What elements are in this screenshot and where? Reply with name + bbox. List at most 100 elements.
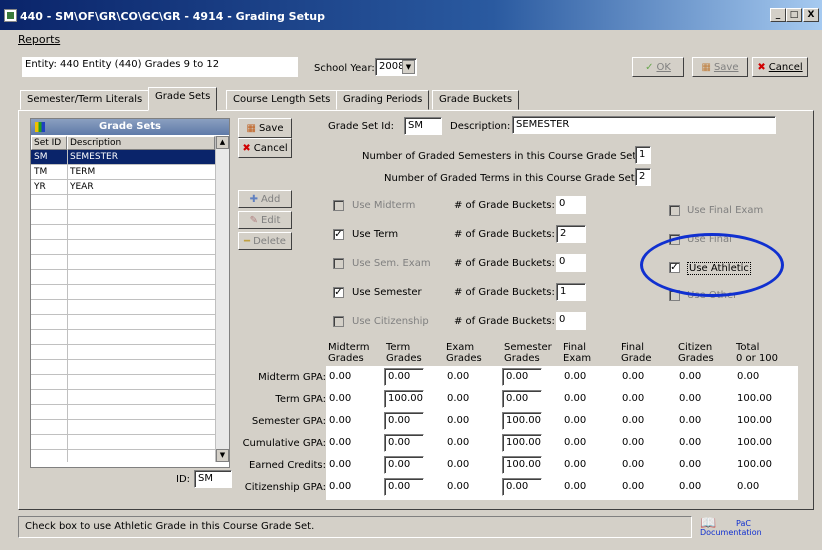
ok-button[interactable]: ✓ OK xyxy=(632,57,684,77)
gpa-cell[interactable]: 100.00 xyxy=(502,434,542,452)
menu-bar xyxy=(0,30,822,48)
gpa-row-label: Earned Credits: xyxy=(248,460,326,471)
gpa-cell: 0.00 xyxy=(619,454,674,476)
delete-button[interactable]: ━ Delete xyxy=(238,232,292,250)
citizenship-buckets-field[interactable]: 0 xyxy=(556,312,586,330)
scroll-up-icon[interactable]: ▲ xyxy=(216,136,229,149)
gpa-cell: 0.00 xyxy=(561,410,617,432)
gpa-cell: 0.00 xyxy=(619,366,674,388)
col-setid-header[interactable]: Set ID xyxy=(31,136,67,150)
use-midterm-label: Use Midterm xyxy=(352,200,416,211)
gpa-cell[interactable]: 0.00 xyxy=(502,478,542,496)
grid-cancel-button[interactable]: ✖ Cancel xyxy=(238,138,292,158)
tab-semester-term-literals[interactable]: Semester/Term Literals xyxy=(20,90,150,110)
gpa-cell[interactable]: 100.00 xyxy=(502,456,542,474)
delete-label: Delete xyxy=(253,235,286,247)
top-save-button[interactable]: ▦ Save xyxy=(692,57,748,77)
school-year-select[interactable]: 2008 ▼ xyxy=(375,58,417,76)
col-desc-header[interactable]: Description xyxy=(67,136,215,150)
hdr-line1: Term xyxy=(386,342,411,353)
num-terms-field[interactable]: 2 xyxy=(635,168,651,186)
midterm-buckets-field[interactable]: 0 xyxy=(556,196,586,214)
gpa-cell: 0.00 xyxy=(326,410,382,432)
hdr-term-grades: Term Grades xyxy=(386,342,422,364)
minus-icon: ━ xyxy=(244,235,251,247)
gpa-cell: 0.00 xyxy=(561,366,617,388)
grid-divider xyxy=(67,150,68,462)
gpa-row-label: Citizenship GPA: xyxy=(244,482,326,493)
gpa-cell: 0.00 xyxy=(444,410,500,432)
grade-set-row[interactable]: SM SEMESTER xyxy=(31,150,215,165)
minimize-button[interactable]: _ xyxy=(770,8,786,22)
grade-set-id-label: Grade Set Id: xyxy=(328,121,394,132)
hdr-total: Total 0 or 100 xyxy=(736,342,778,364)
term-buckets-field[interactable]: 2 xyxy=(556,225,586,243)
grade-set-row[interactable]: TM TERM xyxy=(31,165,215,180)
use-final-exam-checkbox[interactable] xyxy=(669,205,680,216)
close-button[interactable]: X xyxy=(803,8,819,22)
chevron-down-icon[interactable]: ▼ xyxy=(402,60,415,74)
hdr-line2: Exam xyxy=(563,353,592,364)
grid-icon xyxy=(35,122,45,132)
pencil-icon: ✎ xyxy=(249,214,258,226)
gpa-cell[interactable]: 100.00 xyxy=(502,412,542,430)
grade-set-row[interactable]: YR YEAR xyxy=(31,180,215,195)
description-field[interactable]: SEMESTER xyxy=(512,116,776,134)
gpa-cell: 0.00 xyxy=(619,432,674,454)
use-citizenship-checkbox[interactable] xyxy=(333,316,344,327)
use-midterm-checkbox[interactable] xyxy=(333,200,344,211)
grid-save-button[interactable]: ▦ Save xyxy=(238,118,292,138)
menu-reports[interactable]: Reports xyxy=(18,33,60,46)
sem-exam-buckets-field[interactable]: 0 xyxy=(556,254,586,272)
edit-button[interactable]: ✎ Edit xyxy=(238,211,292,229)
gpa-cell[interactable]: 100.00 xyxy=(384,390,424,408)
hdr-line1: Final xyxy=(563,342,587,353)
gpa-cell[interactable]: 0.00 xyxy=(384,478,424,496)
maximize-button[interactable]: □ xyxy=(786,8,802,22)
grid-scrollbar[interactable]: ▲ ▼ xyxy=(215,136,229,462)
add-button[interactable]: ✚ Add xyxy=(238,190,292,208)
scroll-down-icon[interactable]: ▼ xyxy=(216,449,229,462)
tab-course-length-sets[interactable]: Course Length Sets xyxy=(226,90,338,110)
gpa-cell: 0.00 xyxy=(444,476,500,498)
top-cancel-label: Cancel xyxy=(768,61,803,73)
plus-icon: ✚ xyxy=(249,193,258,205)
cancel-x-icon: ✖ xyxy=(757,61,766,73)
id-field[interactable]: SM xyxy=(194,470,232,488)
grade-set-id-field[interactable]: SM xyxy=(404,117,442,135)
gpa-cell[interactable]: 0.00 xyxy=(384,456,424,474)
semester-buckets-label: # of Grade Buckets: xyxy=(454,287,555,298)
gpa-cell: 0.00 xyxy=(676,454,732,476)
gpa-cell: 0.00 xyxy=(326,432,382,454)
gpa-cell: 0.00 xyxy=(676,476,732,498)
gpa-cell: 0.00 xyxy=(326,476,382,498)
num-semesters-field[interactable]: 1 xyxy=(635,146,651,164)
row-desc: YEAR xyxy=(70,182,94,192)
top-cancel-button[interactable]: ✖ Cancel xyxy=(752,57,808,77)
tab-grade-sets[interactable]: Grade Sets xyxy=(148,87,218,111)
gpa-cell[interactable]: 0.00 xyxy=(502,368,542,386)
check-icon: ✓ xyxy=(645,61,654,73)
gpa-cell: 0.00 xyxy=(734,366,794,388)
gpa-cell: 100.00 xyxy=(734,388,794,410)
tab-grading-periods[interactable]: Grading Periods xyxy=(336,90,430,110)
use-term-checkbox[interactable]: ✓ xyxy=(333,229,344,240)
cancel-x-icon: ✖ xyxy=(242,142,251,154)
gpa-row-label: Midterm GPA: xyxy=(258,372,326,383)
gpa-cell[interactable]: 0.00 xyxy=(384,368,424,386)
semester-buckets-field[interactable]: 1 xyxy=(556,283,586,301)
gpa-cell: 0.00 xyxy=(676,432,732,454)
pac-documentation-link[interactable]: 📖 PaC Documentation xyxy=(700,517,762,537)
status-bar: Check box to use Athletic Grade in this … xyxy=(18,516,692,538)
gpa-cell[interactable]: 0.00 xyxy=(502,390,542,408)
row-id: TM xyxy=(34,167,48,177)
tab-grade-buckets[interactable]: Grade Buckets xyxy=(432,90,520,110)
gpa-cell[interactable]: 0.00 xyxy=(384,434,424,452)
gpa-cell[interactable]: 0.00 xyxy=(384,412,424,430)
use-sem-exam-checkbox[interactable] xyxy=(333,258,344,269)
gpa-cell: 0.00 xyxy=(561,476,617,498)
doc-line1: PaC xyxy=(736,519,751,528)
use-semester-checkbox[interactable]: ✓ xyxy=(333,287,344,298)
gpa-cell: 0.00 xyxy=(676,410,732,432)
gpa-cell: 100.00 xyxy=(734,410,794,432)
